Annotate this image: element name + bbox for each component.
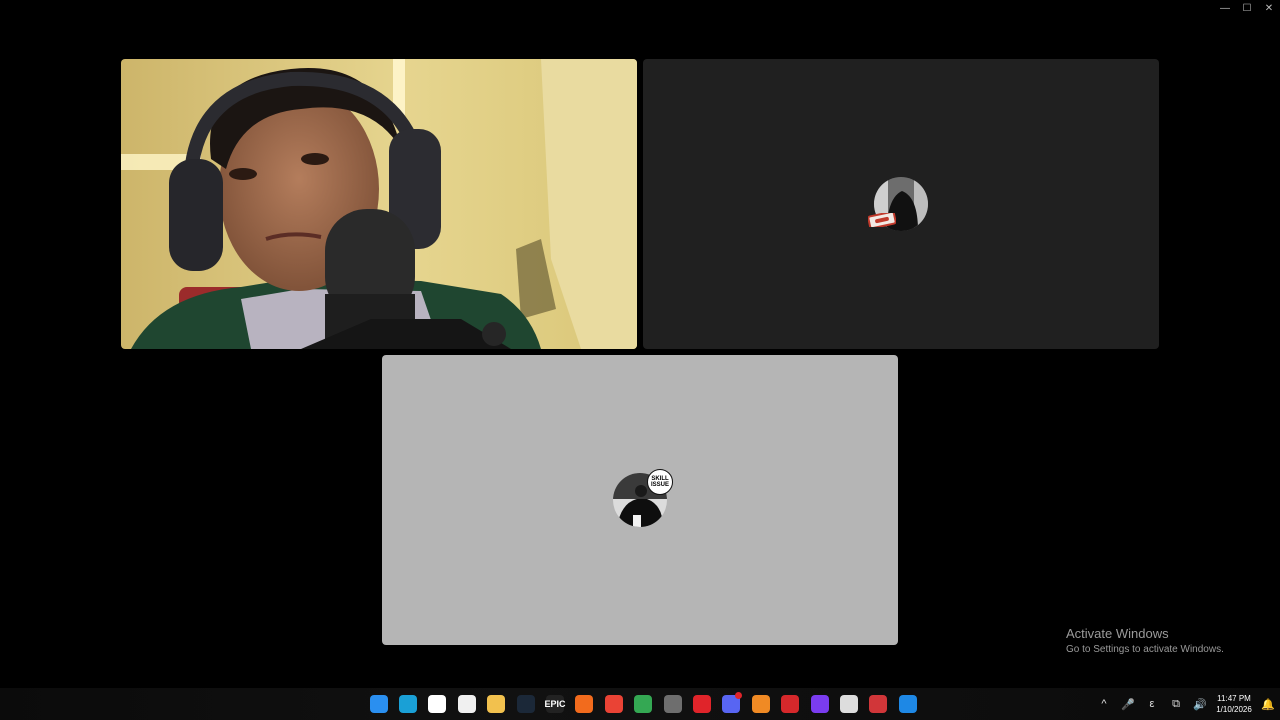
valorant-tracker-icon[interactable] — [834, 688, 863, 720]
chrome-icon-2-glyph — [634, 695, 653, 713]
network-icon[interactable]: ⧉ — [1164, 688, 1188, 720]
participant-avatar — [868, 177, 928, 231]
github-desktop-icon-glyph — [663, 695, 682, 713]
orange-app-icon-glyph — [575, 695, 594, 713]
file-explorer-icon-glyph — [487, 695, 506, 713]
chevron-up-icon[interactable]: ^ — [1092, 688, 1116, 720]
window-controls: — ☐ ✕ — [1214, 0, 1280, 16]
store-icon[interactable] — [452, 688, 481, 720]
file-explorer-icon[interactable] — [482, 688, 511, 720]
store-icon-glyph — [457, 695, 476, 713]
bluetooth-app-icon-glyph — [898, 695, 917, 713]
maximize-button[interactable]: ☐ — [1236, 0, 1258, 16]
windows-start-icon-glyph — [369, 695, 388, 713]
steelseries-icon[interactable] — [423, 688, 452, 720]
valorant-tracker-icon-glyph — [839, 695, 858, 713]
windows-start-icon[interactable] — [364, 688, 393, 720]
clock-date: 1/10/2026 — [1216, 705, 1252, 714]
opera-icon-glyph — [692, 695, 711, 713]
edge-icon-glyph — [399, 695, 418, 713]
chrome-icon-glyph — [604, 695, 623, 713]
volume-icon[interactable]: 🔊 — [1188, 688, 1212, 720]
epic-games-icon-glyph: EPIC — [545, 695, 566, 713]
vlc-icon[interactable] — [746, 688, 775, 720]
language-indicator[interactable]: ε — [1140, 688, 1164, 720]
camera-video-feed — [121, 59, 637, 349]
participant-tile-camera[interactable] — [121, 59, 637, 349]
system-tray: ^ 🎤 ε ⧉ 🔊 11:47 PM 1/10/2026 🔔 — [1092, 688, 1280, 720]
steelseries-icon-glyph — [428, 695, 447, 713]
clock[interactable]: 11:47 PM 1/10/2026 — [1212, 693, 1256, 715]
notification-badge — [735, 692, 743, 699]
minimize-button[interactable]: — — [1214, 0, 1236, 16]
activate-windows-watermark: Activate Windows Go to Settings to activ… — [1066, 626, 1224, 655]
epic-games-icon[interactable]: EPIC — [540, 688, 569, 720]
riot-client-icon[interactable] — [864, 688, 893, 720]
avatar-badge-icon — [868, 213, 896, 227]
sticker-badge: SKILL ISSUE — [647, 469, 673, 495]
orange-app-icon[interactable] — [570, 688, 599, 720]
participant-tile-avatar[interactable] — [643, 59, 1159, 349]
taskbar-apps: EPIC — [364, 688, 922, 720]
sticker-text: SKILL ISSUE — [650, 476, 669, 488]
activate-subtitle: Go to Settings to activate Windows. — [1066, 644, 1224, 655]
github-desktop-icon[interactable] — [658, 688, 687, 720]
participant-avatar-2: SKILL ISSUE — [613, 469, 673, 527]
participant-tile-avatar-2[interactable]: SKILL ISSUE — [382, 355, 898, 645]
microphone-icon[interactable]: 🎤 — [1116, 688, 1140, 720]
clock-time: 11:47 PM — [1217, 694, 1251, 703]
vlc-icon-glyph — [751, 695, 770, 713]
riot-client-icon-glyph — [869, 695, 888, 713]
taskbar: EPIC ^ 🎤 ε ⧉ 🔊 11:47 PM 1/10/2026 🔔 — [0, 688, 1280, 720]
media-player-icon[interactable] — [805, 688, 834, 720]
chrome-icon-2[interactable] — [629, 688, 658, 720]
opera-icon[interactable] — [687, 688, 716, 720]
edge-icon[interactable] — [393, 688, 422, 720]
bitwarden-icon-glyph — [781, 695, 800, 713]
steam-icon-glyph — [516, 695, 535, 713]
media-player-icon-glyph — [810, 695, 829, 713]
chrome-icon[interactable] — [599, 688, 628, 720]
bitwarden-icon[interactable] — [775, 688, 804, 720]
bluetooth-app-icon[interactable] — [893, 688, 922, 720]
steam-icon[interactable] — [511, 688, 540, 720]
close-button[interactable]: ✕ — [1258, 0, 1280, 16]
discord-icon[interactable] — [717, 688, 746, 720]
notification-bell-icon[interactable]: 🔔 — [1256, 688, 1280, 720]
activate-title: Activate Windows — [1066, 626, 1169, 641]
